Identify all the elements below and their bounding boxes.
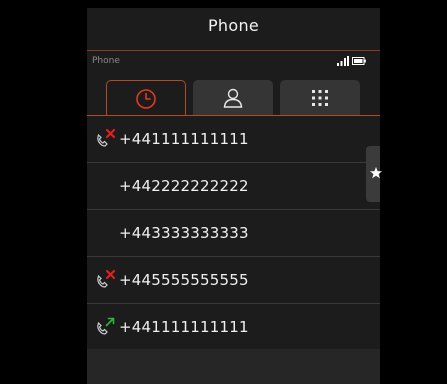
bottom-bar (87, 349, 380, 384)
missed-call-icon (97, 128, 116, 147)
window-title: Phone (207, 16, 260, 35)
person-icon (223, 88, 243, 108)
call-row[interactable]: +443333333333 (87, 210, 380, 257)
clock-icon (136, 89, 156, 109)
signal-icon (337, 56, 349, 66)
tab-recents[interactable] (106, 80, 186, 116)
call-number: +445555555555 (119, 271, 249, 289)
call-row[interactable]: +445555555555 (87, 257, 380, 304)
tab-contacts[interactable] (193, 80, 273, 116)
outgoing-call-icon (97, 317, 115, 335)
status-bar: Phone (87, 50, 380, 71)
tab-keypad[interactable] (280, 80, 360, 116)
call-row[interactable]: +442222222222 (87, 163, 380, 210)
battery-icon (352, 57, 366, 65)
call-row[interactable]: +441111111111 (87, 116, 380, 163)
missed-call-icon (97, 269, 116, 288)
tab-bar (87, 70, 380, 116)
call-number: +441111111111 (119, 130, 249, 148)
phone-app-window: Phone Phone +441111111111 +442222222222 … (87, 8, 380, 384)
call-list: +441111111111 +442222222222 +44333333333… (87, 116, 380, 351)
dialpad-icon (312, 90, 328, 106)
call-row[interactable]: +441111111111 (87, 304, 380, 351)
call-number: +442222222222 (119, 177, 249, 195)
call-number: +441111111111 (119, 318, 249, 336)
call-number: +443333333333 (119, 224, 249, 242)
status-title: Phone (92, 56, 120, 66)
screen: Phone Phone +441111111111 +442222222222 … (0, 0, 447, 384)
star-icon[interactable] (366, 163, 386, 183)
